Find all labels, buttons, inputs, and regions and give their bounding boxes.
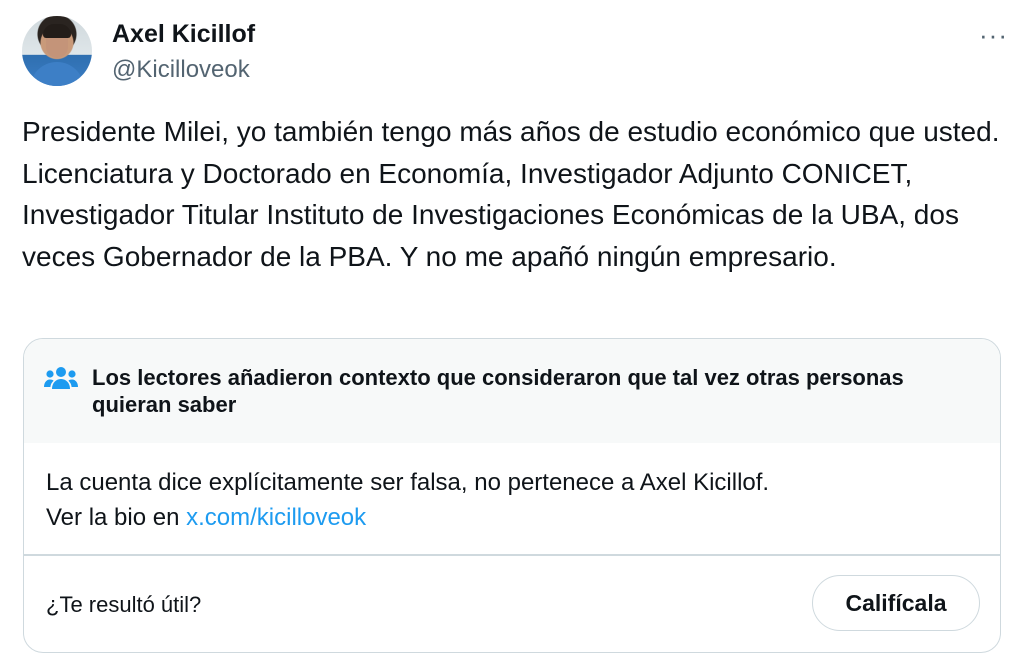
author-handle[interactable]: @Kicilloveok [112, 56, 250, 84]
tweet-header: Axel Kicillof @Kicilloveok ··· [22, 14, 1008, 88]
avatar[interactable] [22, 16, 92, 86]
community-note-header: Los lectores añadieron contexto que cons… [24, 339, 1000, 443]
author-name[interactable]: Axel Kicillof [112, 20, 255, 49]
rate-button[interactable]: Califícala [812, 575, 980, 631]
tweet-text: Presidente Milei, yo también tengo más a… [22, 116, 1000, 272]
divider [24, 554, 1000, 556]
note-body-line2: Ver la bio en x.com/kicilloveok [46, 500, 966, 535]
community-note-title: Los lectores añadieron contexto que cons… [92, 365, 904, 417]
helpful-question: ¿Te resultó útil? [46, 592, 202, 617]
more-horizontal-icon[interactable]: ··· [979, 20, 1008, 51]
note-body-line1: La cuenta dice explícitamente ser falsa,… [46, 469, 770, 496]
avatar-hair [43, 24, 71, 38]
community-note-body: La cuenta dice explícitamente ser falsa,… [46, 465, 966, 535]
community-note: Los lectores añadieron contexto que cons… [23, 338, 1001, 653]
bio-link[interactable]: x.com/kicilloveok [186, 504, 366, 531]
note-body-prefix: Ver la bio en [46, 504, 187, 531]
people-icon [44, 367, 78, 389]
avatar-shoulders [30, 62, 84, 86]
